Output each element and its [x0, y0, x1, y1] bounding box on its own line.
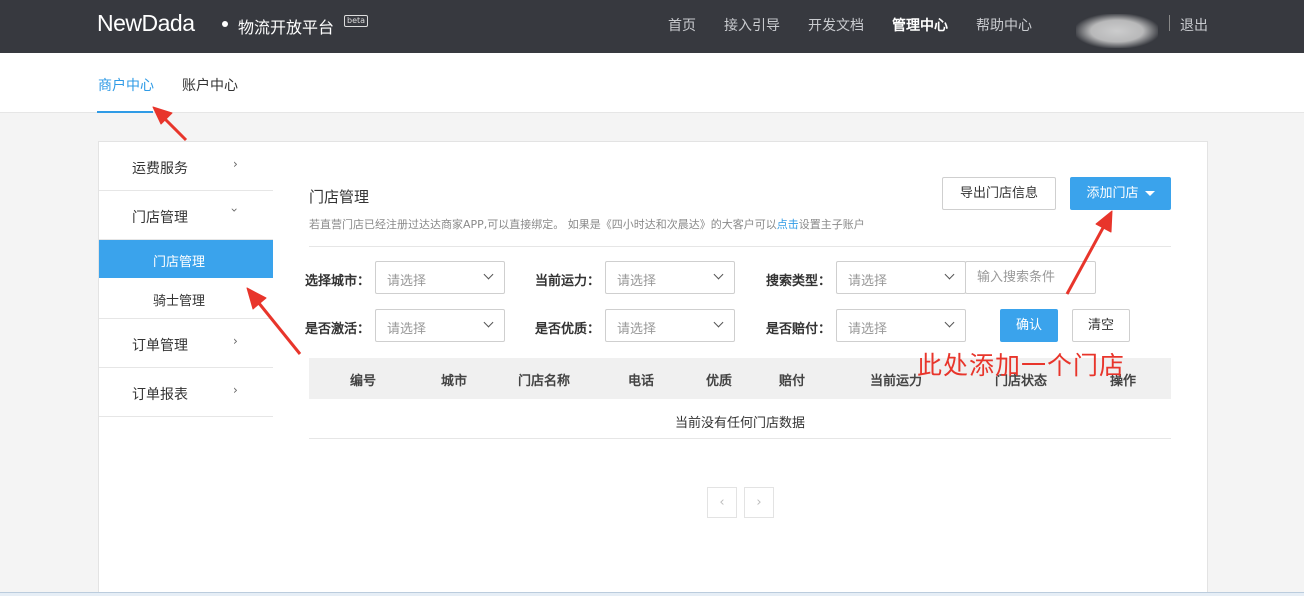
hint-text: 若直营门店已经注册过达达商家APP,可以直接绑定。 如果是《四小时达和次晨达》的…	[309, 218, 777, 231]
sidebar-item-label: 运费服务	[132, 161, 188, 177]
nav-docs[interactable]: 开发文档	[808, 15, 864, 35]
chevron-down-icon	[483, 269, 494, 280]
column-header-store-name: 门店名称	[518, 374, 571, 389]
select-placeholder: 请选择	[387, 322, 427, 337]
table-empty-row: 当前没有任何门店数据	[309, 399, 1171, 439]
sidebar-subitem-rider-management[interactable]: 骑士管理	[99, 279, 273, 319]
hint-link[interactable]: 点击	[777, 218, 799, 231]
divider	[309, 246, 1171, 247]
pagination-prev-button[interactable]: ‹	[707, 487, 737, 518]
sidebar-item-freight[interactable]: 运费服务 ›	[99, 142, 273, 191]
select-placeholder: 请选择	[387, 274, 427, 289]
city-select[interactable]: 请选择	[375, 261, 505, 294]
chevron-down-icon	[944, 269, 955, 280]
add-store-label: 添加门店	[1086, 186, 1139, 201]
chevron-down-icon	[713, 317, 724, 328]
chevron-right-icon: ›	[233, 383, 238, 397]
confirm-button[interactable]: 确认	[1000, 309, 1058, 342]
pagination-next-button[interactable]: ›	[744, 487, 774, 518]
sidebar-item-orders[interactable]: 订单管理 ›	[99, 319, 273, 368]
sidebar-subitem-store-management[interactable]: 门店管理	[99, 240, 273, 278]
sidebar-item-label: 订单管理	[132, 338, 188, 354]
column-header-compensation: 赔付	[779, 374, 806, 389]
capacity-label: 当前运力：	[535, 274, 601, 289]
panel-hint: 若直营门店已经注册过达达商家APP,可以直接绑定。 如果是《四小时达和次晨达》的…	[309, 216, 865, 232]
capacity-select[interactable]: 请选择	[605, 261, 735, 294]
sidebar-subitem-label: 骑士管理	[153, 294, 206, 309]
search-type-label: 搜索类型：	[766, 274, 832, 289]
annotation-text: 此处添加一个门店	[917, 351, 1126, 380]
logout-link[interactable]: 退出	[1180, 15, 1208, 35]
active-tab-underline	[97, 111, 153, 113]
window-bottom-edge	[0, 592, 1304, 596]
column-header-id: 编号	[350, 374, 377, 389]
chevron-down-icon	[944, 317, 955, 328]
top-navbar: NewDada 物流开放平台 beta 首页 接入引导 开发文档 管理中心 帮助…	[0, 0, 1304, 53]
sidebar-item-label: 订单报表	[132, 387, 188, 403]
sidebar-subitem-label: 门店管理	[153, 255, 206, 270]
beta-badge: beta	[344, 15, 369, 27]
city-label: 选择城市：	[305, 274, 371, 289]
sidebar-item-order-reports[interactable]: 订单报表 ›	[99, 368, 273, 417]
activated-select[interactable]: 请选择	[375, 309, 505, 342]
sidebar-item-label: 门店管理	[132, 210, 188, 226]
logo-dot	[222, 21, 228, 27]
nav-management[interactable]: 管理中心	[892, 15, 948, 35]
select-placeholder: 请选择	[848, 274, 888, 289]
nav-home[interactable]: 首页	[668, 15, 696, 35]
tab-account-center[interactable]: 账户中心	[182, 75, 238, 95]
select-placeholder: 请选择	[617, 322, 657, 337]
column-header-phone: 电话	[628, 374, 655, 389]
column-header-quality: 优质	[706, 374, 733, 389]
logo[interactable]: NewDada	[97, 10, 195, 37]
hint-text-end: 设置主子账户	[798, 218, 865, 231]
compensation-label: 是否赔付：	[766, 322, 832, 337]
add-store-button[interactable]: 添加门店	[1070, 177, 1171, 210]
sidebar-item-store-management[interactable]: 门店管理 ›	[99, 191, 273, 240]
caret-down-icon	[1144, 191, 1155, 196]
select-placeholder: 请选择	[617, 274, 657, 289]
chevron-down-icon	[483, 317, 494, 328]
chevron-right-icon: ›	[233, 157, 238, 171]
chevron-down-icon: ›	[227, 207, 242, 213]
nav-guide[interactable]: 接入引导	[724, 15, 780, 35]
arrow-to-merchant-tab	[162, 116, 188, 142]
column-header-city: 城市	[441, 374, 468, 389]
page-title: 门店管理	[309, 188, 370, 206]
tab-merchant-center[interactable]: 商户中心	[98, 75, 154, 95]
nav-help[interactable]: 帮助中心	[976, 15, 1032, 35]
search-type-select[interactable]: 请选择	[836, 261, 966, 294]
nav-separator	[1169, 15, 1170, 31]
empty-message: 当前没有任何门店数据	[674, 416, 805, 431]
compensation-select[interactable]: 请选择	[836, 309, 966, 342]
chevron-right-icon: ›	[233, 334, 238, 348]
column-header-capacity: 当前运力	[870, 374, 923, 389]
clear-button[interactable]: 清空	[1072, 309, 1130, 342]
chevron-down-icon	[713, 269, 724, 280]
sub-navbar: 商户中心 账户中心	[0, 53, 1304, 113]
quality-select[interactable]: 请选择	[605, 309, 735, 342]
user-name-blurred[interactable]	[1076, 14, 1158, 48]
export-store-info-button[interactable]: 导出门店信息	[942, 177, 1056, 210]
activated-label: 是否激活：	[305, 322, 371, 337]
quality-label: 是否优质：	[535, 322, 601, 337]
platform-title: 物流开放平台	[238, 18, 335, 37]
sidebar: 运费服务 › 门店管理 › 门店管理 骑士管理 订单管理 › 订单报表 ›	[98, 141, 274, 593]
select-placeholder: 请选择	[848, 322, 888, 337]
search-input[interactable]: 输入搜索条件	[965, 261, 1096, 294]
